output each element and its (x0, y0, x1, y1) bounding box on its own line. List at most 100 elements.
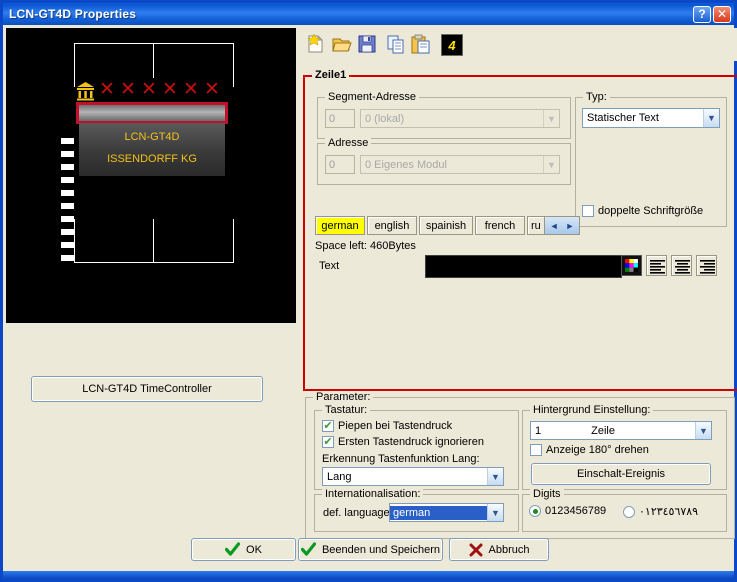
address-number[interactable]: 0 (325, 155, 355, 174)
time-controller-button[interactable]: LCN-GT4D TimeController (31, 376, 263, 402)
language-tab-german-label: german (321, 219, 359, 232)
chevron-down-icon: ▼ (543, 110, 559, 127)
keyboard-group-title: Tastatur: (322, 404, 371, 416)
copy-icon[interactable] (386, 34, 406, 54)
chevron-down-icon: ▼ (695, 422, 711, 439)
radio-dot (623, 505, 635, 518)
language-tab-german[interactable]: german (315, 216, 365, 235)
checkbox-box (530, 444, 542, 456)
align-center-button[interactable] (671, 255, 692, 276)
cancel-button-label: Abbruch (488, 543, 530, 556)
background-settings-title: Hintergrund Einstellung: (530, 404, 654, 416)
digits-arabic-radio[interactable]: ٠١٢٣٤٥٦٧٨٩ (623, 505, 698, 518)
button-ticks (61, 138, 75, 268)
scroll-left-icon[interactable]: ◄ (550, 221, 559, 231)
segment-address-number[interactable]: 0 (325, 109, 355, 128)
open-folder-icon[interactable] (332, 34, 352, 54)
beep-on-keypress-label: Piepen bei Tastendruck (338, 420, 453, 432)
internationalisation-title: Internationalisation: (322, 488, 424, 500)
ok-button[interactable]: OK (191, 538, 296, 561)
double-font-size-label: doppelte Schriftgröße (598, 205, 704, 217)
ignore-first-keypress-label: Ersten Tastendruck ignorieren (338, 436, 484, 448)
checkbox-box: ✔ (322, 419, 334, 432)
align-left-icon (650, 260, 665, 274)
digits-group: Digits 0123456789 ٠١٢٣٤٥٦٧٨٩ (522, 488, 727, 532)
address-title: Adresse (325, 137, 372, 149)
scroll-right-icon[interactable]: ► (566, 221, 575, 231)
language-tab-english[interactable]: english (367, 216, 417, 235)
text-field-label: Text (319, 260, 340, 272)
address-combo-value: 0 Eigenes Modul (365, 158, 447, 171)
checkbox-box (582, 205, 594, 217)
parameter-group-title: Parameter: (313, 391, 374, 403)
close-button[interactable]: ✕ (713, 5, 731, 23)
properties-window: LCN-GT4D Properties ? ✕ ✕ ✕ ✕ ✕ ✕ ✕ LCN-… (0, 0, 737, 582)
device-preview: ✕ ✕ ✕ ✕ ✕ ✕ LCN-GT4D ISSENDORFF KG (6, 28, 296, 323)
type-group: Typ: Statischer Text ▼ doppelte Schriftg… (575, 91, 727, 227)
rotate-display-checkbox[interactable]: Anzeige 180° drehen (530, 444, 649, 456)
display-4-icon[interactable]: 4 (441, 34, 463, 56)
color-palette-icon (625, 259, 638, 272)
toolbar: 4 (299, 28, 737, 61)
status-bar (3, 571, 734, 579)
cross-icon (469, 543, 482, 556)
chevron-down-icon: ▼ (487, 504, 503, 521)
title-bar-buttons: ? ✕ (693, 5, 731, 23)
check-icon (300, 542, 316, 556)
zeile1-group-title: Zeile1 (312, 69, 350, 81)
double-font-size-checkbox[interactable]: doppelte Schriftgröße (582, 205, 703, 217)
chevron-down-icon: ▼ (703, 109, 719, 127)
beep-on-keypress-checkbox[interactable]: ✔ Piepen bei Tastendruck (322, 420, 452, 432)
save-and-exit-button[interactable]: Beenden und Speichern (298, 538, 443, 561)
text-input[interactable] (425, 255, 622, 278)
language-tab-spanish-label: spainish (425, 219, 467, 232)
x-marks-row: ✕ ✕ ✕ ✕ ✕ ✕ (99, 78, 220, 100)
save-icon[interactable] (357, 34, 377, 54)
language-tab-french[interactable]: french (475, 216, 525, 235)
digits-latin-radio[interactable]: 0123456789 (529, 505, 606, 517)
paste-icon[interactable] (411, 34, 431, 54)
new-document-icon[interactable] (306, 34, 326, 54)
text-color-picker-button[interactable] (621, 255, 642, 276)
default-language-label: def. language (323, 507, 390, 519)
type-title: Typ: (583, 91, 610, 103)
power-on-event-button[interactable]: Einschalt-Ereignis (531, 463, 711, 485)
long-key-detect-label: Erkennung Tastenfunktion Lang: (322, 453, 480, 465)
rotate-display-label: Anzeige 180° drehen (546, 444, 649, 456)
language-tab-russian-label: ru (531, 219, 541, 232)
language-tab-english-label: english (374, 219, 410, 232)
chevron-down-icon: ▼ (487, 468, 503, 485)
footer-bar: OK Beenden und Speichern Abbruch (6, 538, 737, 568)
segment-address-group: Segment-Adresse 0 0 (lokal) ▼ (317, 91, 571, 139)
bank-building-icon (77, 82, 94, 101)
language-tab-spanish[interactable]: spainish (419, 216, 473, 235)
align-left-button[interactable] (646, 255, 667, 276)
align-right-button[interactable] (696, 255, 717, 276)
internationalisation-group: Internationalisation: def. language germ… (314, 488, 519, 532)
window-title: LCN-GT4D Properties (9, 7, 137, 21)
digits-latin-label: 0123456789 (545, 505, 607, 517)
display-text-area: LCN-GT4D ISSENDORFF KG (79, 123, 225, 176)
digits-arabic-label: ٠١٢٣٤٥٦٧٨٩ (639, 505, 699, 518)
align-center-icon (675, 260, 690, 274)
check-icon (225, 542, 241, 556)
address-combo[interactable]: 0 Eigenes Modul ▼ (360, 155, 560, 174)
language-tabs-scroller[interactable]: ◄ ► (544, 216, 580, 235)
type-combo[interactable]: Statischer Text ▼ (582, 108, 720, 128)
segment-address-combo[interactable]: 0 (lokal) ▼ (360, 109, 560, 128)
long-key-detect-combo[interactable]: Lang ▼ (322, 467, 504, 486)
default-language-value: german (390, 505, 487, 520)
title-bar: LCN-GT4D Properties ? ✕ (3, 3, 734, 25)
cancel-button[interactable]: Abbruch (449, 538, 549, 561)
line-count-number: 1 (535, 424, 542, 437)
display-4-badge: 4 (448, 37, 456, 53)
align-right-icon (700, 260, 715, 274)
help-button[interactable]: ? (693, 5, 711, 23)
save-and-exit-button-label: Beenden und Speichern (321, 543, 441, 556)
default-language-combo[interactable]: german ▼ (389, 503, 504, 522)
selected-line-row[interactable] (76, 102, 228, 124)
ignore-first-keypress-checkbox[interactable]: ✔ Ersten Tastendruck ignorieren (322, 436, 484, 448)
segment-address-combo-value: 0 (lokal) (365, 112, 405, 125)
chevron-down-icon: ▼ (543, 156, 559, 173)
line-count-combo[interactable]: 1 Zeile ▼ (530, 421, 712, 440)
